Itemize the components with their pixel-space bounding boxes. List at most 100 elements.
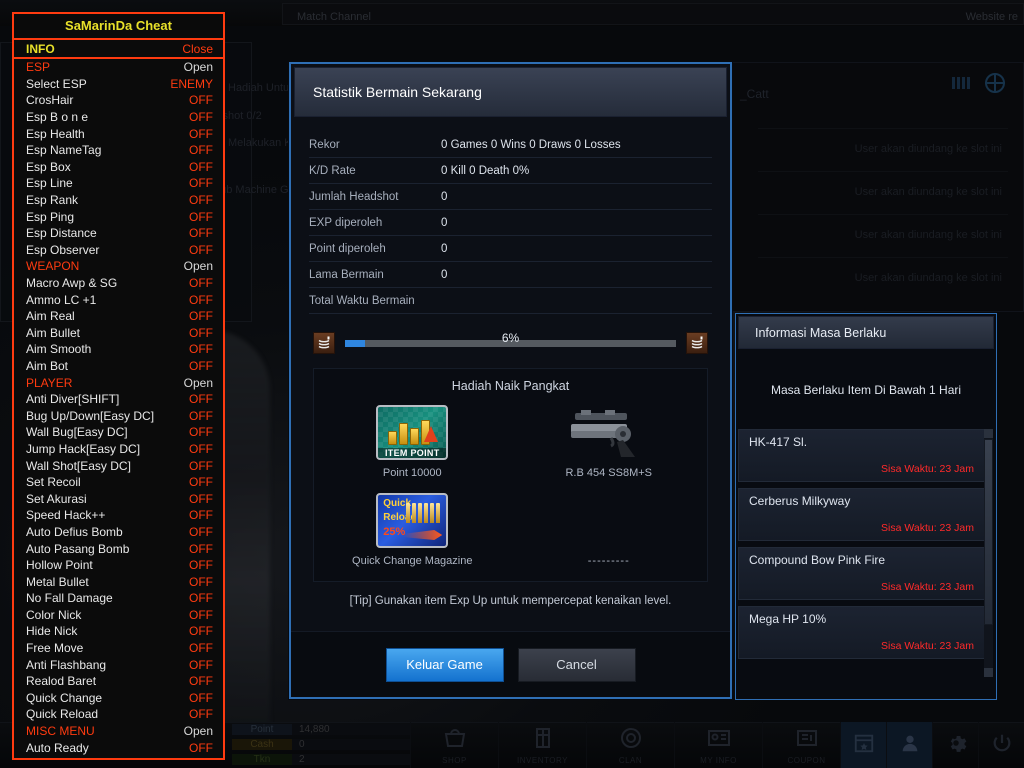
cheat-row-esp-box[interactable]: Esp Box OFF bbox=[14, 159, 223, 176]
cheat-row-anti-flashbang[interactable]: Anti Flashbang OFF bbox=[14, 656, 223, 673]
cheat-row-value[interactable]: OFF bbox=[189, 475, 213, 489]
cheat-row-select-esp[interactable]: Select ESP ENEMY bbox=[14, 76, 223, 93]
reward-item-point[interactable]: ITEM POINT Point 10000 bbox=[314, 405, 511, 479]
cheat-row-set-recoil[interactable]: Set Recoil OFF bbox=[14, 474, 223, 491]
cheat-row-value[interactable]: OFF bbox=[189, 409, 213, 423]
cheat-row-jump-hack-easy-dc[interactable]: Jump Hack[Easy DC] OFF bbox=[14, 441, 223, 458]
cheat-row-value[interactable]: OFF bbox=[189, 193, 213, 207]
cheat-row-value[interactable]: OFF bbox=[189, 608, 213, 622]
cheat-row-value[interactable]: OFF bbox=[189, 707, 213, 721]
cheat-row-no-fall-damage[interactable]: No Fall Damage OFF bbox=[14, 590, 223, 607]
cheat-row-croshair[interactable]: CrosHair OFF bbox=[14, 92, 223, 109]
cheat-row-value[interactable]: OFF bbox=[189, 525, 213, 539]
cheat-row-auto-defius-bomb[interactable]: Auto Defius Bomb OFF bbox=[14, 524, 223, 541]
cheat-row-aim-bullet[interactable]: Aim Bullet OFF bbox=[14, 325, 223, 342]
cheat-row-value[interactable]: OFF bbox=[189, 127, 213, 141]
cheat-row-auto-ready[interactable]: Auto Ready OFF bbox=[14, 739, 223, 756]
cheat-row-aim-smooth[interactable]: Aim Smooth OFF bbox=[14, 341, 223, 358]
cheat-row-value[interactable]: OFF bbox=[189, 93, 213, 107]
cheat-row-esp-distance[interactable]: Esp Distance OFF bbox=[14, 225, 223, 242]
cheat-row-metal-bullet[interactable]: Metal Bullet OFF bbox=[14, 573, 223, 590]
cheat-row-value[interactable]: Open bbox=[184, 724, 213, 738]
info-item-list[interactable]: HK-417 Sl. Sisa Waktu: 23 Jam Cerberus Mil… bbox=[738, 429, 994, 687]
info-item[interactable]: Compound Bow Pink Fire Sisa Waktu: 23 Jam bbox=[738, 547, 987, 600]
cheat-row-esp-b-o-n-e[interactable]: Esp B o n e OFF bbox=[14, 109, 223, 126]
info-item[interactable]: Cerberus Milkyway Sisa Waktu: 23 Jam bbox=[738, 488, 987, 541]
cheat-row-auto-pasang-bomb[interactable]: Auto Pasang Bomb OFF bbox=[14, 540, 223, 557]
cheat-row-esp-nametag[interactable]: Esp NameTag OFF bbox=[14, 142, 223, 159]
cancel-button[interactable]: Cancel bbox=[517, 647, 636, 682]
cheat-row-misc-menu[interactable]: MISC MENU Open bbox=[14, 723, 223, 740]
cheat-row-value[interactable]: OFF bbox=[189, 392, 213, 406]
invite-slot-1[interactable]: User akan diundang ke slot ini bbox=[758, 171, 1008, 211]
cheat-row-value[interactable]: OFF bbox=[189, 110, 213, 124]
cheat-row-value[interactable]: OFF bbox=[189, 691, 213, 705]
match-channel-label[interactable]: Match Channel bbox=[297, 11, 371, 23]
cheat-row-value[interactable]: Open bbox=[184, 376, 213, 390]
cheat-row-quick-reload[interactable]: Quick Reload OFF bbox=[14, 706, 223, 723]
cheat-row-anti-diver-shift[interactable]: Anti Diver[SHIFT] OFF bbox=[14, 391, 223, 408]
cheat-row-wall-bug-easy-dc[interactable]: Wall Bug[Easy DC] OFF bbox=[14, 424, 223, 441]
cheat-row-value[interactable]: OFF bbox=[189, 243, 213, 257]
cheat-row-quick-change[interactable]: Quick Change OFF bbox=[14, 690, 223, 707]
scroll-up-arrow-icon[interactable] bbox=[984, 429, 993, 438]
cheat-row-speed-hack[interactable]: Speed Hack++ OFF bbox=[14, 507, 223, 524]
cheat-row-aim-real[interactable]: Aim Real OFF bbox=[14, 308, 223, 325]
cheat-row-value[interactable]: OFF bbox=[189, 508, 213, 522]
cheat-row-value[interactable]: OFF bbox=[189, 459, 213, 473]
nav-clan-button[interactable]: CLAN bbox=[586, 722, 674, 768]
cheat-row-value[interactable]: OFF bbox=[189, 160, 213, 174]
cheat-menu-header[interactable]: INFO Close bbox=[14, 40, 223, 59]
cheat-row-value[interactable]: ENEMY bbox=[170, 77, 213, 91]
cheat-row-esp-rank[interactable]: Esp Rank OFF bbox=[14, 192, 223, 209]
cheat-row-esp-ping[interactable]: Esp Ping OFF bbox=[14, 208, 223, 225]
cheat-row-value[interactable]: OFF bbox=[189, 210, 213, 224]
cheat-row-free-move[interactable]: Free Move OFF bbox=[14, 640, 223, 657]
cheat-row-value[interactable]: OFF bbox=[189, 425, 213, 439]
cheat-row-ammo-lc-1[interactable]: Ammo LC +1 OFF bbox=[14, 291, 223, 308]
cheat-row-value[interactable]: OFF bbox=[189, 342, 213, 356]
cheat-row-value[interactable]: Open bbox=[184, 60, 213, 74]
cheat-row-value[interactable]: OFF bbox=[189, 591, 213, 605]
cheat-row-macro-awp-sg[interactable]: Macro Awp & SG OFF bbox=[14, 275, 223, 292]
calendar-button[interactable] bbox=[840, 722, 886, 768]
cheat-header-value[interactable]: Close bbox=[182, 42, 213, 56]
exit-button[interactable] bbox=[978, 722, 1024, 768]
cheat-row-value[interactable]: OFF bbox=[189, 442, 213, 456]
cheat-row-value[interactable]: OFF bbox=[189, 624, 213, 638]
cheat-row-value[interactable]: Open bbox=[184, 259, 213, 273]
keluar-game-button[interactable]: Keluar Game bbox=[385, 647, 504, 682]
profile-button[interactable] bbox=[886, 722, 932, 768]
reward-item-revolver[interactable]: R.B 454 SS8M+S bbox=[511, 405, 708, 479]
cheat-row-esp-health[interactable]: Esp Health OFF bbox=[14, 125, 223, 142]
cheat-menu[interactable]: SaMarinDa Cheat INFO Close ESP Open Select… bbox=[12, 12, 225, 760]
cheat-row-esp[interactable]: ESP Open bbox=[14, 59, 223, 76]
website-label[interactable]: Website re bbox=[966, 11, 1018, 23]
cheat-row-value[interactable]: OFF bbox=[189, 741, 213, 755]
cheat-row-wall-shot-easy-dc[interactable]: Wall Shot[Easy DC] OFF bbox=[14, 457, 223, 474]
cheat-row-value[interactable]: OFF bbox=[189, 575, 213, 589]
cheat-row-value[interactable]: OFF bbox=[189, 658, 213, 672]
cheat-row-esp-observer[interactable]: Esp Observer OFF bbox=[14, 242, 223, 259]
scroll-down-arrow-icon[interactable] bbox=[984, 668, 993, 677]
nav-myinfo-button[interactable]: MY INFO bbox=[674, 722, 762, 768]
cheat-row-value[interactable]: OFF bbox=[189, 674, 213, 688]
info-scrollbar-thumb[interactable] bbox=[984, 439, 993, 625]
cheat-row-value[interactable]: OFF bbox=[189, 558, 213, 572]
cheat-row-value[interactable]: OFF bbox=[189, 492, 213, 506]
settings-button[interactable] bbox=[932, 722, 978, 768]
cheat-row-hide-nick[interactable]: Hide Nick OFF bbox=[14, 623, 223, 640]
reward-item-quick-reload[interactable]: Quick Reload 25% Quick Change Magazine bbox=[314, 493, 511, 567]
cheat-row-hollow-point[interactable]: Hollow Point OFF bbox=[14, 557, 223, 574]
nav-shop-button[interactable]: SHOP bbox=[410, 722, 498, 768]
cheat-row-value[interactable]: OFF bbox=[189, 293, 213, 307]
cheat-row-value[interactable]: OFF bbox=[189, 326, 213, 340]
cheat-row-value[interactable]: OFF bbox=[189, 226, 213, 240]
cheat-row-value[interactable]: OFF bbox=[189, 359, 213, 373]
cheat-row-color-nick[interactable]: Color Nick OFF bbox=[14, 607, 223, 624]
cheat-row-value[interactable]: OFF bbox=[189, 641, 213, 655]
invite-slot-3[interactable]: User akan diundang ke slot ini bbox=[758, 257, 1008, 297]
cheat-row-bug-up-down-easy-dc[interactable]: Bug Up/Down[Easy DC] OFF bbox=[14, 407, 223, 424]
cheat-row-player[interactable]: PLAYER Open bbox=[14, 374, 223, 391]
invite-slot-2[interactable]: User akan diundang ke slot ini bbox=[758, 214, 1008, 254]
